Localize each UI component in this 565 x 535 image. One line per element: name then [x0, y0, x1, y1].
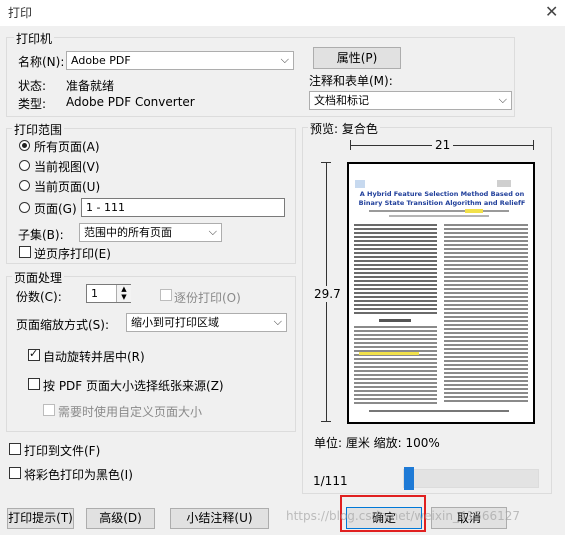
collate-label[interactable]: 逐份打印(O) [174, 289, 241, 306]
pages-radio[interactable] [19, 202, 30, 213]
window-title: 打印 [8, 6, 33, 20]
auto-rotate-label[interactable]: 自动旋转并居中(R) [43, 348, 145, 365]
choose-paper-label[interactable]: 按 PDF 页面大小选择纸张来源(Z) [43, 377, 224, 394]
all-pages-label[interactable]: 所有页面(A) [34, 138, 100, 155]
collate-checkbox[interactable] [160, 289, 172, 301]
paper-intro-highlight [359, 352, 419, 355]
height-tick-top [321, 162, 331, 163]
preview-width: 21 [432, 138, 454, 152]
paper-logo [355, 180, 365, 188]
paper-highlight [465, 209, 483, 213]
chevron-down-icon: ⌵ [273, 315, 282, 328]
paper-badge [497, 180, 511, 187]
printer-group-label: 打印机 [14, 30, 55, 47]
page-indicator: 1/111 [313, 474, 348, 488]
choose-paper-checkbox[interactable] [28, 378, 40, 390]
preview-height: 29.7 [314, 286, 341, 302]
chevron-down-icon: ⌵ [498, 93, 507, 106]
comments-forms-value: 文档和标记 [314, 94, 369, 107]
subset-value: 范围中的所有页面 [84, 226, 172, 239]
chevron-down-icon: ⌵ [208, 225, 217, 238]
scaling-label: 页面缩放方式(S): [16, 318, 110, 332]
scaling-value: 缩小到可打印区域 [131, 316, 219, 329]
current-page-label[interactable]: 当前页面(U) [34, 178, 100, 195]
paper-affiliation [389, 215, 489, 217]
current-page-radio[interactable] [19, 180, 30, 191]
custom-size-label[interactable]: 需要时使用自定义页面大小 [58, 403, 202, 420]
pages-label[interactable]: 页面(G) [34, 200, 77, 217]
paper-abstract-column [354, 224, 437, 314]
close-icon[interactable]: ✕ [545, 2, 558, 21]
width-tick-right [533, 140, 534, 150]
pages-range-input[interactable]: 1 - 111 [81, 198, 285, 217]
printer-status-label: 状态: [18, 79, 47, 93]
printer-type-value: Adobe PDF Converter [66, 95, 195, 109]
preview-units: 单位: 厘米 缩放: 100% [314, 436, 440, 450]
reverse-order-checkbox[interactable] [19, 246, 31, 258]
watermark-text: https://blog.csdn.net/weixin_41566127 [286, 509, 521, 523]
reverse-order-label[interactable]: 逆页序打印(E) [34, 245, 111, 262]
paper-title-line-1: A Hybrid Feature Selection Method Based … [359, 190, 525, 198]
current-view-radio[interactable] [19, 160, 30, 171]
printer-name-select[interactable]: Adobe PDF ⌵ [66, 51, 294, 70]
paper-right-column [444, 224, 528, 404]
paper-title-line-2: Binary State Transition Algorithm and Re… [358, 199, 526, 207]
height-tick-bottom [321, 421, 331, 422]
comments-forms-label: 注释和表单(M): [309, 74, 393, 88]
paper-authors [369, 210, 509, 212]
copies-label: 份数(C): [16, 290, 62, 304]
subset-select[interactable]: 范围中的所有页面 ⌵ [79, 223, 222, 242]
printer-type-label: 类型: [18, 97, 47, 111]
printer-name-value: Adobe PDF [71, 54, 131, 67]
page-handling-group-label: 页面处理 [12, 269, 65, 286]
summarize-comments-button[interactable]: 小结注释(U) [170, 508, 269, 529]
printer-name-label: 名称(N): [18, 55, 65, 69]
advanced-button[interactable]: 高级(D) [86, 508, 155, 529]
print-to-file-checkbox[interactable] [9, 443, 21, 455]
copies-stepper[interactable]: ▲ ▼ [116, 285, 131, 302]
print-to-file-label[interactable]: 打印到文件(F) [24, 442, 100, 459]
current-view-label[interactable]: 当前视图(V) [34, 158, 100, 175]
paper-footer [369, 410, 509, 412]
custom-size-checkbox[interactable] [43, 404, 55, 416]
print-black-label[interactable]: 将彩色打印为黑色(I) [24, 466, 133, 483]
print-black-checkbox[interactable] [9, 467, 21, 479]
page-slider-thumb[interactable] [404, 467, 414, 490]
scaling-select[interactable]: 缩小到可打印区域 ⌵ [126, 313, 287, 332]
paper-section-heading [379, 319, 411, 322]
print-tips-button[interactable]: 打印提示(T) [7, 508, 74, 529]
width-tick-left [350, 140, 351, 150]
page-slider-track[interactable] [403, 467, 539, 490]
all-pages-radio[interactable] [19, 140, 30, 151]
printer-status-value: 准备就绪 [66, 79, 115, 93]
preview-page-thumbnail: A Hybrid Feature Selection Method Based … [347, 162, 535, 424]
properties-button[interactable]: 属性(P) [313, 47, 401, 69]
title-bar [0, 0, 565, 26]
chevron-down-icon: ⌵ [280, 53, 289, 66]
paper-intro-column [354, 326, 437, 404]
comments-forms-select[interactable]: 文档和标记 ⌵ [309, 91, 512, 110]
subset-label: 子集(B): [18, 228, 64, 242]
print-range-group-label: 打印范围 [12, 121, 65, 138]
preview-label: 预览: 复合色 [308, 120, 380, 137]
auto-rotate-checkbox[interactable] [28, 347, 40, 361]
